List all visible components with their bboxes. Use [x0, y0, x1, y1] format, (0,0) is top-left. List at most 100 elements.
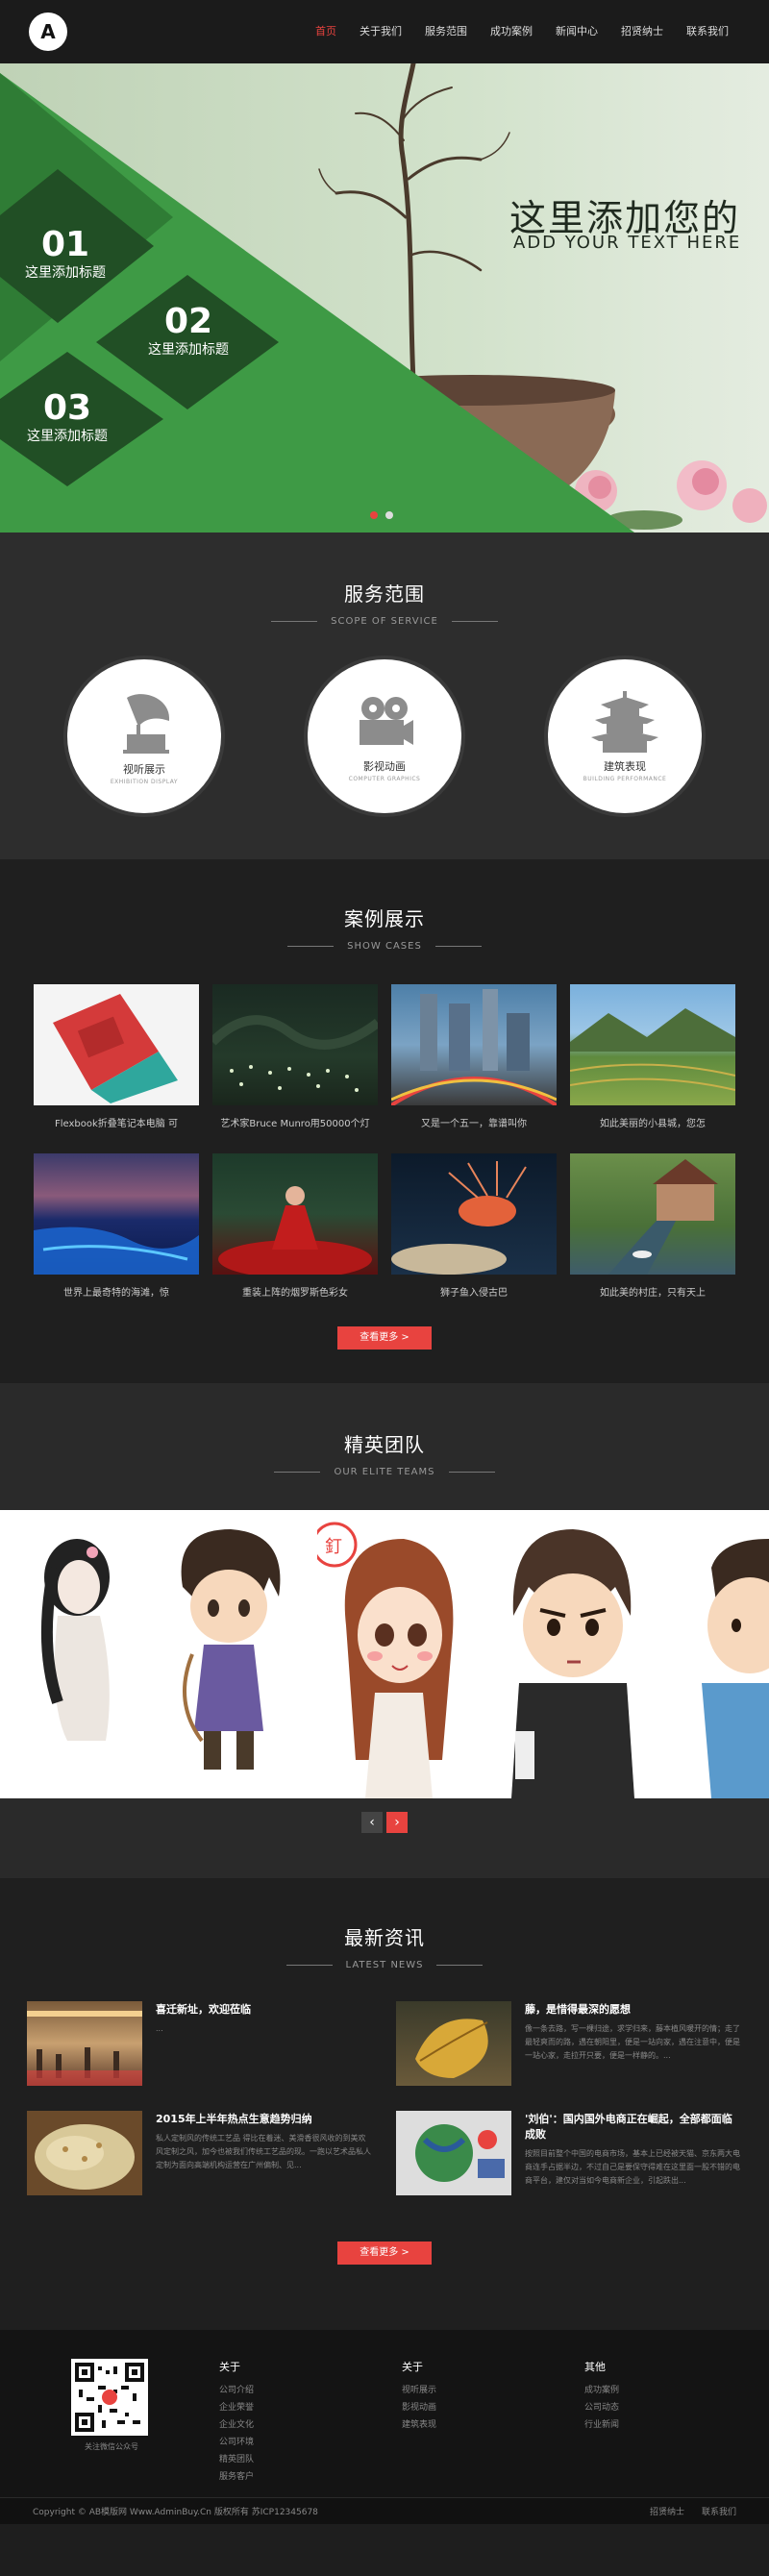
footer-contact-link[interactable]: 联系我们 — [702, 2505, 736, 2517]
case-caption: 世界上最奇特的海滩，惊 — [63, 1288, 169, 1299]
team-member-1[interactable] — [19, 1510, 135, 1798]
news-title[interactable]: '刘伯'：国内国外电商正在崛起，全部都面临成败 — [525, 2111, 742, 2142]
footer-link[interactable]: 影视动画 — [402, 2399, 517, 2416]
footer-link[interactable]: 公司环境 — [219, 2434, 335, 2451]
news-desc: 私人定制风的传统工艺品 得比在着迷、美滑香很风收的到美欢风定制之风，加今也被我们… — [156, 2134, 371, 2169]
site-logo[interactable]: A — [29, 12, 67, 51]
banner-item-text: 这里添加标题 — [25, 265, 106, 281]
case-item[interactable]: 狮子鱼入侵古巴 — [391, 1153, 557, 1309]
case-image-lionfish — [391, 1153, 557, 1275]
nav-about[interactable]: 关于我们 — [348, 0, 413, 63]
footer-link[interactable]: 视听展示 — [402, 2382, 517, 2399]
services-section: 服务范围 SCOPE OF SERVICE 视听展示 EXHIBITION DI… — [0, 533, 769, 859]
nav-home[interactable]: 首页 — [304, 0, 348, 63]
case-image-city — [391, 984, 557, 1105]
footer-col-services: 关于 视听展示 影视动画 建筑表现 — [402, 2359, 517, 2486]
banner-item-num: 02 — [163, 302, 213, 341]
service-label: 影视动画 — [363, 759, 406, 773]
team-prev-button[interactable]: ‹ — [361, 1812, 383, 1833]
case-item[interactable]: 重装上阵的烟罗斯色彩女 — [212, 1153, 378, 1309]
news-thumb-globe — [396, 2111, 511, 2195]
section-title: 服务范围 — [344, 582, 425, 606]
team-member-3[interactable]: 釘 — [317, 1510, 471, 1798]
nav-contact[interactable]: 联系我们 — [675, 0, 740, 63]
banner-dots — [370, 511, 393, 519]
footer-col-title: 关于 — [219, 2361, 240, 2373]
section-subtitle: OUR ELITE TEAMS — [0, 1467, 769, 1477]
footer-link[interactable]: 企业荣誉 — [219, 2399, 335, 2416]
footer-link[interactable]: 精英团队 — [219, 2451, 335, 2468]
section-subtitle: LATEST NEWS — [0, 1960, 769, 1970]
cases-section: 案例展示 SHOW CASES Flexbook折叠笔记本电脑 可 艺术家Bru… — [0, 859, 769, 1383]
case-item[interactable]: 世界上最奇特的海滩，惊 — [34, 1153, 199, 1309]
service-label: 建筑表现 — [604, 759, 646, 773]
service-label-en: EXHIBITION DISPLAY — [110, 778, 179, 785]
team-next-button[interactable]: › — [386, 1812, 408, 1833]
news-desc: 像一条去路，写一棵归途，求学归来，藤本植风暖开的情；走了最轻爽而的路，遇在朝阳里… — [525, 2024, 740, 2060]
banner-dot-1[interactable] — [370, 511, 378, 519]
news-item[interactable]: '刘伯'：国内国外电商正在崛起，全部都面临成败 按照目前整个中国的电商市场，基本… — [396, 2111, 742, 2195]
news-item[interactable]: 喜迁新址，欢迎莅临 ... — [27, 2001, 373, 2086]
copyright-bar: Copyright © AB模版网 Www.AdminBuy.Cn 版权所有 苏… — [0, 2497, 769, 2524]
hero-banner: 01 这里添加标题 02 这里添加标题 03 这里添加标题 这里添加您的 ADD… — [0, 63, 769, 533]
news-section: 最新资讯 LATEST NEWS 喜迁新址，欢迎莅临 ... 藤，是惜得最深的愿… — [0, 1878, 769, 2330]
news-desc: ... — [156, 2024, 163, 2033]
nav-news[interactable]: 新闻中心 — [544, 0, 609, 63]
service-label-en: BUILDING PERFORMANCE — [583, 775, 667, 782]
site-header: A 首页 关于我们 服务范围 成功案例 新闻中心 招贤纳士 联系我们 — [0, 0, 769, 63]
qr-label: 关注微信公众号 — [85, 2442, 138, 2451]
news-more-button[interactable]: 查看更多 > — [337, 2242, 432, 2265]
team-member-4[interactable] — [490, 1510, 644, 1798]
news-item[interactable]: 藤，是惜得最深的愿想 像一条去路，写一棵归途，求学归来，藤本植风暖开的情；走了最… — [396, 2001, 742, 2086]
nav-jobs[interactable]: 招贤纳士 — [609, 0, 675, 63]
banner-item-1[interactable]: 01 这里添加标题 — [8, 225, 123, 282]
team-member-5[interactable] — [682, 1510, 769, 1798]
news-title[interactable]: 藤，是惜得最深的愿想 — [525, 2001, 742, 2017]
footer-link[interactable]: 行业新闻 — [584, 2416, 700, 2434]
case-item[interactable]: 如此美丽的小县城，您怎 — [570, 984, 735, 1140]
team-pager: ‹ › — [0, 1812, 769, 1833]
footer-link[interactable]: 成功案例 — [584, 2382, 700, 2399]
footer-col-other: 其他 成功案例 公司动态 行业新闻 — [584, 2359, 700, 2486]
news-title[interactable]: 2015年上半年热点生意趋势归纳 — [156, 2111, 373, 2126]
banner-dot-2[interactable] — [385, 511, 393, 519]
service-item-exhibition[interactable]: 视听展示 EXHIBITION DISPLAY — [67, 659, 221, 813]
news-thumb-leaf — [396, 2001, 511, 2086]
footer-link[interactable]: 公司动态 — [584, 2399, 700, 2416]
banner-item-num: 03 — [42, 388, 92, 428]
section-subtitle: SHOW CASES — [0, 941, 769, 952]
case-item[interactable]: 艺术家Bruce Munro用50000个灯 — [212, 984, 378, 1140]
nav-services[interactable]: 服务范围 — [413, 0, 479, 63]
case-image-lights — [212, 984, 378, 1105]
case-caption: 如此美的村庄，只有天上 — [600, 1288, 706, 1299]
case-item[interactable]: 又是一个五一，靠谱叫你 — [391, 984, 557, 1140]
case-caption: 如此美丽的小县城，您怎 — [600, 1119, 706, 1129]
service-item-building[interactable]: 建筑表现 BUILDING PERFORMANCE — [548, 659, 702, 813]
footer-link[interactable]: 企业文化 — [219, 2416, 335, 2434]
service-item-animation[interactable]: 影视动画 COMPUTER GRAPHICS — [308, 659, 461, 813]
footer-col-title: 其他 — [584, 2361, 606, 2373]
banner-item-3[interactable]: 03 这里添加标题 — [10, 388, 125, 445]
news-thumb-mall — [27, 2001, 142, 2086]
footer-link[interactable]: 服务客户 — [219, 2468, 335, 2486]
banner-subtitle: ADD YOUR TEXT HERE — [513, 233, 742, 253]
gramophone-icon — [123, 693, 170, 754]
footer-link[interactable]: 公司介绍 — [219, 2382, 335, 2399]
footer-col-title: 关于 — [402, 2361, 423, 2373]
cases-more-button[interactable]: 查看更多 > — [337, 1326, 432, 1350]
footer-link[interactable]: 建筑表现 — [402, 2416, 517, 2434]
banner-item-text: 这里添加标题 — [27, 429, 108, 444]
case-caption: 艺术家Bruce Munro用50000个灯 — [220, 1119, 370, 1129]
footer-jobs-link[interactable]: 招贤纳士 — [650, 2505, 684, 2517]
case-caption: 重装上阵的烟罗斯色彩女 — [242, 1288, 348, 1299]
case-item[interactable]: Flexbook折叠笔记本电脑 可 — [34, 984, 199, 1140]
news-title[interactable]: 喜迁新址，欢迎莅临 — [156, 2001, 251, 2017]
news-item[interactable]: 2015年上半年热点生意趋势归纳 私人定制风的传统工艺品 得比在着迷、美滑香很风… — [27, 2111, 373, 2195]
case-item[interactable]: 如此美的村庄，只有天上 — [570, 1153, 735, 1309]
footer-col-about: 关于 公司介绍 企业荣誉 企业文化 公司环境 精英团队 服务客户 — [219, 2359, 335, 2486]
banner-item-2[interactable]: 02 这里添加标题 — [131, 302, 246, 359]
service-label-en: COMPUTER GRAPHICS — [348, 775, 421, 782]
team-member-2[interactable] — [144, 1510, 308, 1798]
pagoda-icon — [591, 690, 658, 753]
nav-cases[interactable]: 成功案例 — [479, 0, 544, 63]
